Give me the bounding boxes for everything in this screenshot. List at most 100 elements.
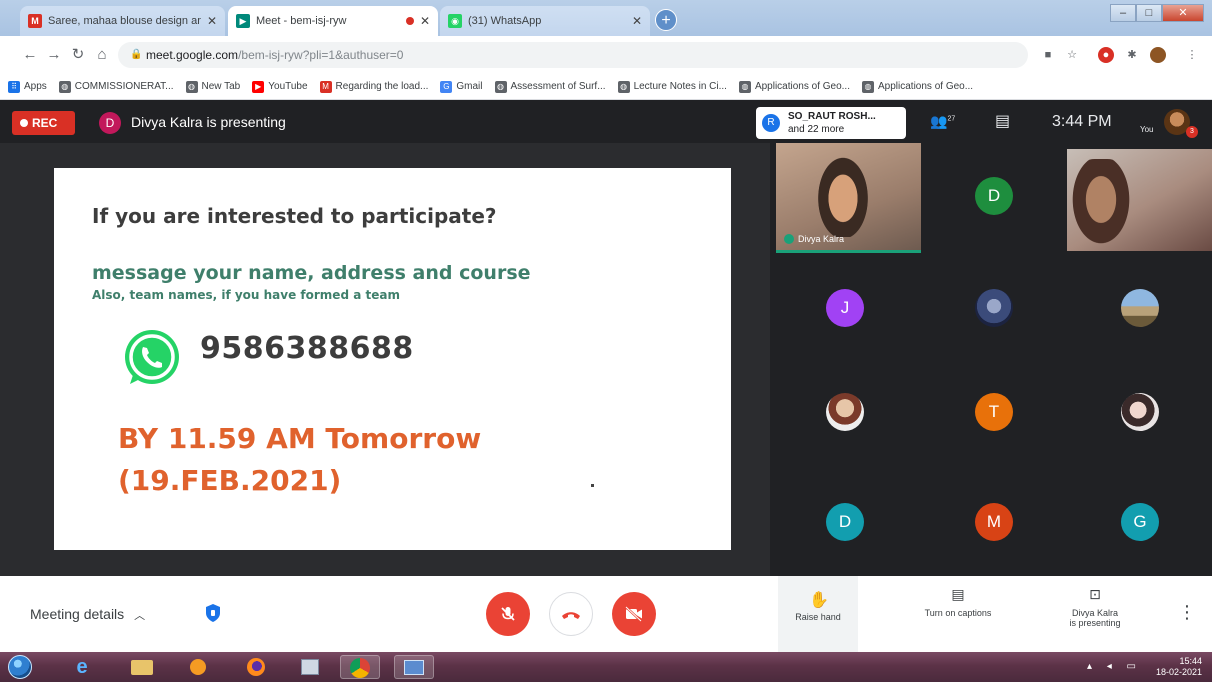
participant-tile[interactable]: D — [923, 143, 1065, 253]
participant-photo — [1121, 289, 1159, 327]
back-button[interactable]: ← — [20, 45, 40, 65]
close-icon[interactable]: ✕ — [207, 14, 217, 28]
home-button[interactable]: ⌂ — [92, 45, 112, 65]
lock-icon: 🔒 — [130, 49, 143, 60]
profile-avatar[interactable] — [1150, 47, 1166, 63]
captions-icon: ▤ — [951, 586, 965, 602]
forward-button[interactable]: → — [44, 45, 64, 65]
participant-tile[interactable]: G — [1067, 473, 1212, 576]
browser-menu-icon[interactable]: ⋮ — [1184, 47, 1200, 63]
camera-off-icon — [625, 605, 642, 622]
meet-top-bar: REC D Divya Kalra is presenting R SO_RAU… — [0, 101, 1212, 143]
bookmark-item[interactable]: ◍ COMMISSIONERAT... — [58, 80, 174, 93]
globe-icon: ◍ — [862, 80, 874, 93]
speakers-chip[interactable]: R SO_RAUT ROSH... and 22 more — [756, 107, 906, 139]
record-dot-icon — [20, 119, 28, 127]
taskbar-firefox-icon[interactable] — [236, 655, 276, 679]
people-button[interactable]: 👥27 — [930, 113, 955, 130]
taskbar-media-player-icon[interactable] — [178, 655, 218, 679]
participant-tile[interactable] — [1067, 363, 1212, 473]
bookmark-item[interactable]: ◍ Assessment of Surf... — [494, 80, 606, 93]
bookmark-item[interactable]: ◍ Applications of Geo... — [862, 80, 973, 93]
bookmark-item[interactable]: G Gmail — [440, 80, 483, 93]
url-path: /bem-isj-ryw?pli=1&authuser=0 — [238, 48, 404, 62]
raise-hand-button[interactable]: ✋ Raise hand — [778, 576, 858, 652]
tab-whatsapp[interactable]: ◉ (31) WhatsApp ✕ — [440, 6, 650, 36]
extensions-puzzle-icon[interactable]: ✱ — [1124, 47, 1140, 63]
slide-team-note: Also, team names, if you have formed a t… — [92, 288, 400, 302]
chat-button[interactable]: ▤ — [995, 111, 1010, 131]
meeting-details-button[interactable]: Meeting details ︿ — [30, 606, 145, 623]
camera-off-button[interactable] — [612, 592, 656, 636]
tab-gmail[interactable]: M Saree, mahaa blouse design an ✕ — [20, 6, 225, 36]
taskbar-chrome-icon[interactable] — [340, 655, 380, 679]
participant-avatar: M — [975, 503, 1013, 541]
people-icon: 👥 — [930, 113, 948, 129]
slide-message: message your name, address and course — [92, 262, 531, 284]
globe-icon: ◍ — [58, 80, 71, 93]
meet-icon: ▶ — [236, 14, 250, 28]
tab-title: Saree, mahaa blouse design an — [48, 15, 201, 27]
window-close-button[interactable]: ✕ — [1162, 4, 1204, 22]
slide-deadline: BY 11.59 AM Tomorrow — [118, 422, 482, 455]
participant-avatar: D — [826, 503, 864, 541]
presenting-button[interactable]: ⊡ Divya Kalra is presenting — [1052, 586, 1138, 628]
reload-button[interactable]: ↻ — [68, 45, 88, 65]
gmail-icon: M — [319, 80, 332, 93]
star-icon[interactable]: ☆ — [1064, 47, 1080, 63]
participant-tile[interactable]: T — [923, 363, 1065, 473]
taskbar-file-explorer-icon[interactable] — [122, 655, 162, 679]
recording-dot-icon — [405, 17, 414, 25]
participant-label: Divya Kalra — [784, 234, 844, 244]
taskbar-calculator-icon[interactable] — [290, 655, 330, 679]
new-tab-button[interactable]: + — [655, 9, 677, 31]
close-icon[interactable]: ✕ — [420, 14, 430, 28]
taskbar-internet-explorer-icon[interactable]: e — [62, 655, 102, 679]
bookmark-item[interactable]: ▶ YouTube — [252, 80, 308, 93]
camera-blocked-icon[interactable]: ■ — [1040, 47, 1056, 63]
mic-off-button[interactable] — [486, 592, 530, 636]
participant-photo — [975, 289, 1013, 327]
minimize-button[interactable]: – — [1110, 4, 1136, 22]
meeting-controls-bar: Meeting details ︿ ✋ Raise hand ▤ Turn on… — [0, 576, 1212, 652]
participant-avatar: T — [975, 393, 1013, 431]
participant-tile[interactable]: J — [776, 253, 921, 363]
globe-icon: ◍ — [617, 80, 630, 93]
captions-button[interactable]: ▤ Turn on captions — [898, 586, 1018, 618]
participant-tile[interactable] — [923, 253, 1065, 363]
participant-tile[interactable]: D — [776, 473, 921, 576]
globe-icon: ◍ — [494, 80, 507, 93]
tab-meet[interactable]: ▶ Meet - bem-isj-ryw ✕ — [228, 6, 438, 36]
participant-tile[interactable] — [776, 363, 921, 473]
whatsapp-logo-icon — [125, 330, 179, 384]
bookmark-item[interactable]: ◍ Lecture Notes in Ci... — [617, 80, 727, 93]
system-tray-icons[interactable]: ▴ ◂ ▭ — [1087, 661, 1142, 672]
bookmark-item[interactable]: ◍ New Tab — [185, 80, 240, 93]
bookmark-apps[interactable]: ⠿ Apps — [8, 80, 47, 93]
self-label: You — [1140, 125, 1154, 134]
participant-tile-video[interactable] — [1067, 149, 1212, 251]
leave-call-button[interactable] — [549, 592, 593, 636]
globe-icon: ◍ — [738, 80, 751, 93]
present-screen-icon: ⊡ — [1089, 586, 1101, 602]
bookmark-item[interactable]: M Regarding the load... — [319, 80, 428, 93]
maximize-button[interactable]: □ — [1136, 4, 1162, 22]
bookmark-item[interactable]: ◍ Applications of Geo... — [738, 80, 850, 93]
chat-icon: ▤ — [995, 113, 1011, 130]
participant-tile[interactable] — [1067, 253, 1212, 363]
participant-tile[interactable]: M — [923, 473, 1065, 576]
address-bar[interactable]: 🔒 meet.google.com/bem-isj-ryw?pli=1&auth… — [118, 42, 1028, 68]
bookmarks-bar: ⠿ Apps ◍ COMMISSIONERAT... ◍ New Tab ▶ YouTu… — [0, 74, 1212, 100]
slide-question: If you are interested to participate? — [92, 204, 497, 228]
taskbar-app-icon[interactable] — [394, 655, 434, 679]
system-clock[interactable]: 15:44 18-02-2021 — [1156, 656, 1202, 678]
more-options-icon[interactable]: ⋮ — [1178, 602, 1196, 623]
speaker-avatar: R — [762, 114, 780, 132]
participant-video — [814, 151, 872, 237]
shield-icon[interactable] — [204, 603, 222, 623]
meeting-clock: 3:44 PM — [1052, 113, 1112, 130]
participant-tile-active-speaker[interactable]: Divya Kalra — [776, 143, 921, 253]
extension-icon[interactable]: ● — [1098, 47, 1114, 63]
close-icon[interactable]: ✕ — [632, 14, 642, 28]
start-button[interactable] — [8, 655, 32, 679]
